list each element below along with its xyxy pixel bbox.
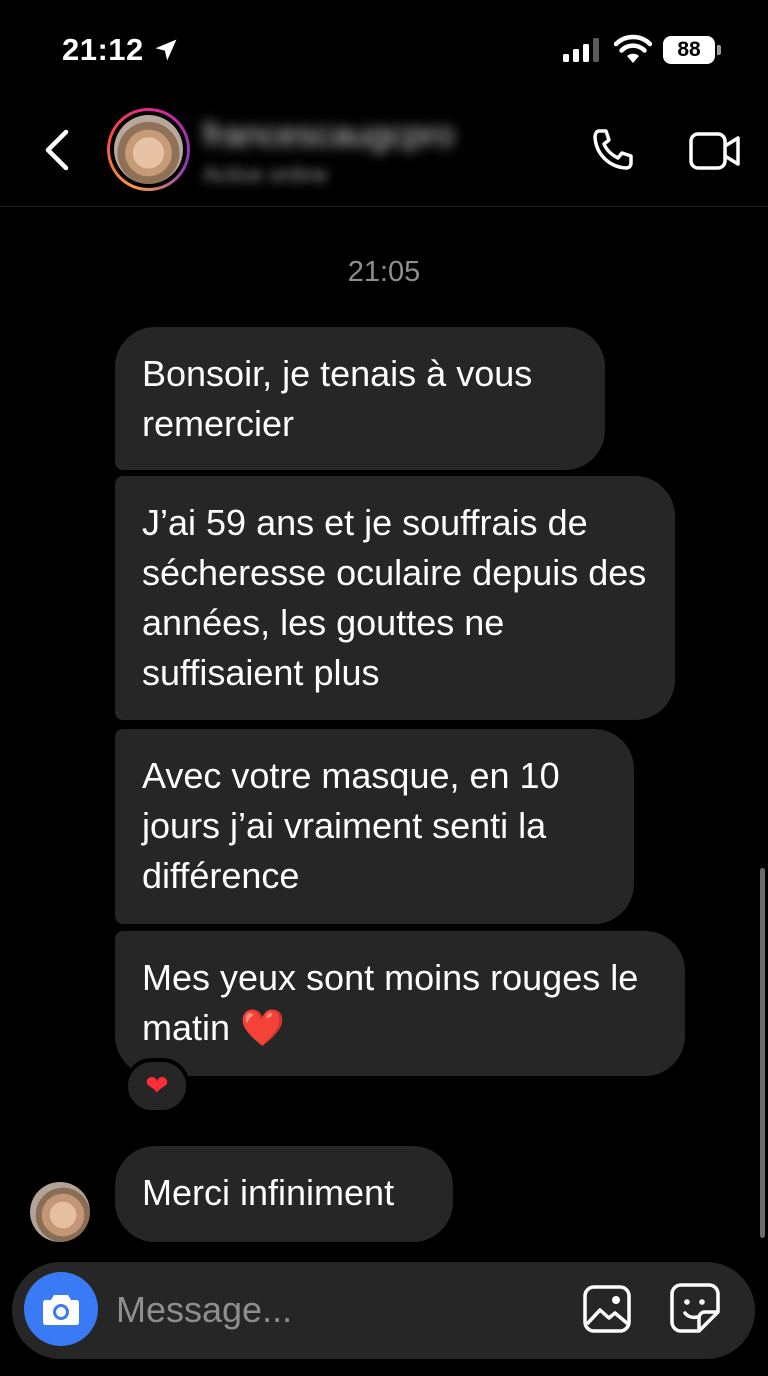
header-divider — [0, 206, 768, 207]
back-chevron-icon[interactable] — [40, 126, 74, 174]
scrollbar[interactable] — [760, 868, 765, 1238]
battery-level: 88 — [663, 36, 715, 64]
message-timestamp: 21:05 — [347, 256, 421, 288]
gallery-icon[interactable] — [582, 1284, 632, 1334]
location-arrow-icon — [155, 39, 177, 61]
video-camera-icon[interactable] — [688, 130, 742, 172]
incoming-message-bubble[interactable]: Mes yeux sont moins rouges le matin ❤️ — [115, 931, 685, 1076]
message-input[interactable] — [116, 1280, 556, 1340]
contact-status: Active online — [203, 162, 328, 187]
contact-name[interactable]: francescaugcpro — [203, 116, 454, 155]
sender-avatar[interactable] — [30, 1182, 90, 1242]
sticker-icon[interactable] — [669, 1282, 721, 1334]
camera-icon — [43, 1295, 79, 1325]
heart-reaction-badge[interactable]: ❤ — [124, 1058, 190, 1114]
avatar-photo — [114, 115, 183, 184]
avatar-ring-gap — [110, 111, 187, 188]
contact-avatar[interactable] — [107, 108, 190, 191]
wifi-icon — [614, 34, 652, 63]
incoming-message-bubble[interactable]: Merci infiniment — [115, 1146, 453, 1242]
battery-cap — [717, 45, 721, 55]
incoming-message-bubble[interactable]: J’ai 59 ans et je souffrais de sécheress… — [115, 476, 675, 720]
phone-icon[interactable] — [589, 126, 637, 174]
status-time: 21:12 — [62, 32, 144, 67]
incoming-message-bubble[interactable]: Bonsoir, je tenais à vous remercier — [115, 327, 605, 470]
cellular-signal-icon — [563, 38, 599, 62]
incoming-message-bubble[interactable]: Avec votre masque, en 10 jours j’ai vrai… — [115, 729, 634, 924]
battery-icon: 88 — [663, 36, 721, 64]
camera-button[interactable] — [24, 1272, 98, 1346]
